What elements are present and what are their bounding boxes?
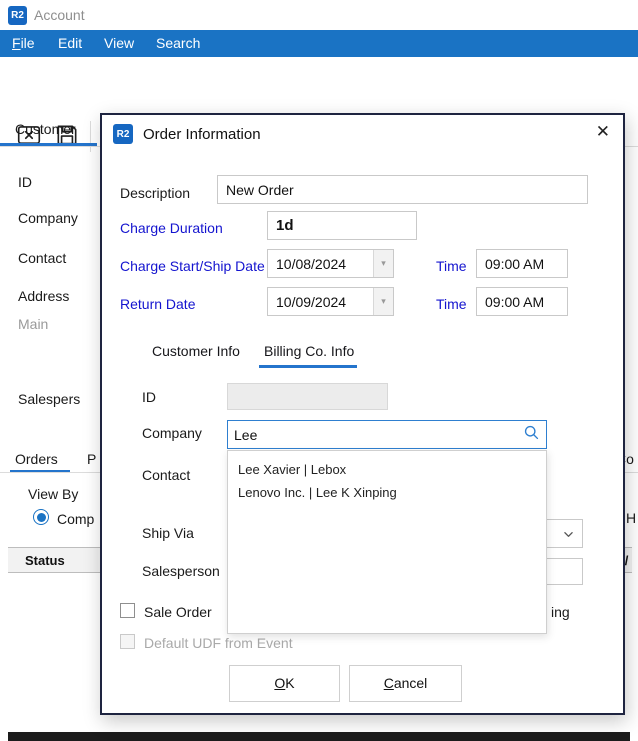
window-title: Account <box>34 7 85 23</box>
chevron-down-icon: ▾ <box>381 258 386 269</box>
sale-order-checkbox[interactable] <box>120 603 135 618</box>
tab-orders[interactable]: Orders <box>15 451 58 467</box>
bg-label-id: ID <box>18 174 32 190</box>
charge-start-date-dropdown-button[interactable]: ▾ <box>373 250 393 277</box>
grid-header-status[interactable]: Status <box>25 553 65 568</box>
menu-view[interactable]: View <box>104 35 134 51</box>
dialog-title: Order Information <box>143 126 261 143</box>
toolbar-separator <box>90 121 91 152</box>
salesperson-label: Salesperson <box>142 563 220 579</box>
return-time-label[interactable]: Time <box>436 296 467 312</box>
search-icon[interactable] <box>523 424 546 446</box>
sale-order-label: Sale Order <box>144 604 212 620</box>
tab-billing-co-info[interactable]: Billing Co. Info <box>264 343 354 359</box>
bg-label-company: Company <box>18 210 78 226</box>
billing-company-field <box>227 420 547 449</box>
menu-file[interactable]: File <box>12 35 35 51</box>
charge-duration-label[interactable]: Charge Duration <box>120 220 223 236</box>
billing-company-label: Company <box>142 425 202 441</box>
charge-start-date-label[interactable]: Charge Start/Ship Date <box>120 258 265 274</box>
chevron-down-icon: ▾ <box>381 296 386 307</box>
active-tab-underline <box>259 365 357 368</box>
description-label: Description <box>120 185 190 201</box>
bg-label-address: Address <box>18 288 69 304</box>
bg-label-salesperson: Salespers <box>18 391 80 407</box>
view-by-radio[interactable] <box>33 509 49 525</box>
default-udf-checkbox <box>120 634 135 649</box>
charge-start-date-value: 10/08/2024 <box>268 250 373 277</box>
charge-duration-input[interactable] <box>267 211 417 240</box>
company-autocomplete-list: Lee Xavier | Lebox Lenovo Inc. | Lee K X… <box>227 450 547 634</box>
bg-label-main: Main <box>18 316 48 332</box>
grid-bottom-bar <box>8 732 630 741</box>
dialog-logo: R2 <box>113 124 133 144</box>
billing-contact-label: Contact <box>142 467 190 483</box>
charge-start-date-field[interactable]: 10/08/2024 ▾ <box>267 249 394 278</box>
ok-button[interactable]: OK <box>229 665 340 702</box>
return-date-dropdown-button[interactable]: ▾ <box>373 288 393 315</box>
order-information-dialog: R2 Order Information ✕ Description Charg… <box>100 113 625 715</box>
tab-customer-info[interactable]: Customer Info <box>152 343 240 359</box>
autocomplete-item[interactable]: Lenovo Inc. | Lee K Xinping <box>228 481 546 504</box>
close-icon[interactable]: ✕ <box>596 122 610 142</box>
radio-label-fragment: Comp <box>57 511 94 527</box>
return-date-label[interactable]: Return Date <box>120 296 195 312</box>
default-udf-label: Default UDF from Event <box>144 635 293 651</box>
billing-company-input[interactable] <box>228 427 523 443</box>
billing-id-input <box>227 383 388 410</box>
menu-search[interactable]: Search <box>156 35 200 51</box>
tab-p-fragment[interactable]: P <box>87 451 96 467</box>
return-date-field[interactable]: 10/09/2024 ▾ <box>267 287 394 316</box>
description-input[interactable] <box>217 175 588 204</box>
app-window: R2 Account File Edit View Search <box>0 0 638 741</box>
tab-customer[interactable]: Customer <box>15 121 76 137</box>
menu-edit[interactable]: Edit <box>58 35 82 51</box>
charge-start-time-input[interactable] <box>476 249 568 278</box>
toolbar: Q R S M <box>0 57 638 104</box>
covered-label-fragment: ing <box>551 604 570 620</box>
view-by-label: View By <box>28 486 78 502</box>
autocomplete-item[interactable]: Lee Xavier | Lebox <box>228 458 546 481</box>
app-logo: R2 <box>8 6 27 25</box>
return-date-value: 10/09/2024 <box>268 288 373 315</box>
charge-start-time-label[interactable]: Time <box>436 258 467 274</box>
billing-id-label: ID <box>142 389 156 405</box>
bg-label-contact: Contact <box>18 250 66 266</box>
window-titlebar: R2 Account <box>0 0 638 30</box>
cancel-button[interactable]: Cancel <box>349 665 462 702</box>
ship-via-label: Ship Via <box>142 525 194 541</box>
menubar: File Edit View Search <box>0 30 638 57</box>
bg-checkbox-label-fragment: H <box>626 510 636 526</box>
return-time-input[interactable] <box>476 287 568 316</box>
